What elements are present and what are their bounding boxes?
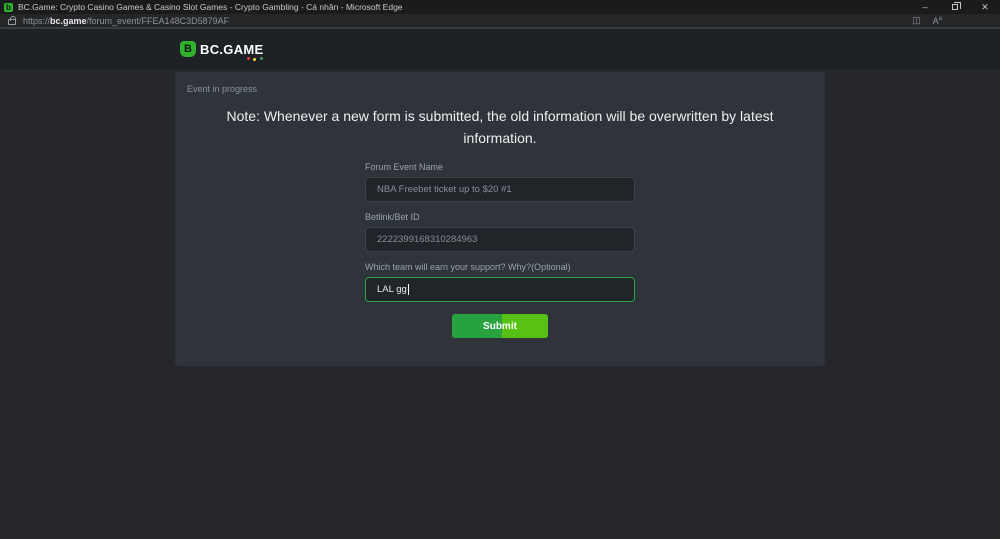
browser-titlebar: b BC.Game: Crypto Casino Games & Casino … bbox=[0, 0, 1000, 14]
restore-button[interactable] bbox=[940, 0, 970, 14]
confetti-dot-yellow bbox=[253, 58, 256, 61]
minimize-button[interactable]: – bbox=[910, 0, 940, 14]
site-header: B BC.GAME bbox=[0, 29, 1000, 69]
close-button[interactable]: ✕ bbox=[970, 0, 1000, 14]
support-team-value: LAL gg bbox=[377, 284, 407, 295]
text-caret bbox=[408, 284, 409, 295]
address-bar[interactable]: https://bc.game/forum_event/FFEA148C3D58… bbox=[0, 14, 1000, 29]
support-team-label: Which team will earn your support? Why?(… bbox=[365, 262, 635, 272]
url-path: /forum_event/FFEA148C3D5879AF bbox=[87, 16, 230, 26]
confetti-dot-red bbox=[247, 57, 250, 60]
betlink-bet-id-label: Betlink/Bet ID bbox=[365, 212, 635, 222]
bcgame-logo-text: BC.GAME bbox=[200, 42, 264, 57]
url-scheme: https:// bbox=[23, 16, 50, 26]
url-domain: bc.game bbox=[50, 16, 87, 26]
url-text: https://bc.game/forum_event/FFEA148C3D58… bbox=[23, 16, 229, 26]
event-form: Forum Event Name Betlink/Bet ID Which te… bbox=[365, 162, 635, 338]
bcgame-logo[interactable]: B BC.GAME bbox=[180, 41, 264, 57]
forum-event-name-input[interactable] bbox=[365, 177, 635, 202]
forum-event-name-label: Forum Event Name bbox=[365, 162, 635, 172]
bcgame-favicon-icon: b bbox=[4, 3, 13, 12]
page-content: Event in progress Note: Whenever a new f… bbox=[0, 69, 1000, 538]
submit-row: Submit bbox=[365, 314, 635, 338]
browser-toolbar-icons: ◫ Aa bbox=[912, 15, 1000, 26]
split-screen-icon[interactable]: ◫ bbox=[912, 15, 921, 26]
confetti-dot-green bbox=[260, 57, 263, 60]
window-title: BC.Game: Crypto Casino Games & Casino Sl… bbox=[18, 2, 403, 12]
support-team-input[interactable]: LAL gg bbox=[365, 277, 635, 302]
read-aloud-icon[interactable]: Aa bbox=[933, 16, 942, 26]
restore-icon bbox=[952, 4, 958, 10]
submit-button[interactable]: Submit bbox=[452, 314, 548, 338]
event-status-text: Event in progress bbox=[187, 84, 813, 94]
lock-icon bbox=[8, 19, 16, 25]
window-controls: – ✕ bbox=[910, 0, 1000, 14]
bcgame-logo-icon: B bbox=[180, 41, 196, 57]
betlink-bet-id-input[interactable] bbox=[365, 227, 635, 252]
form-note: Note: Whenever a new form is submitted, … bbox=[187, 105, 813, 149]
event-form-card: Event in progress Note: Whenever a new f… bbox=[175, 72, 825, 366]
